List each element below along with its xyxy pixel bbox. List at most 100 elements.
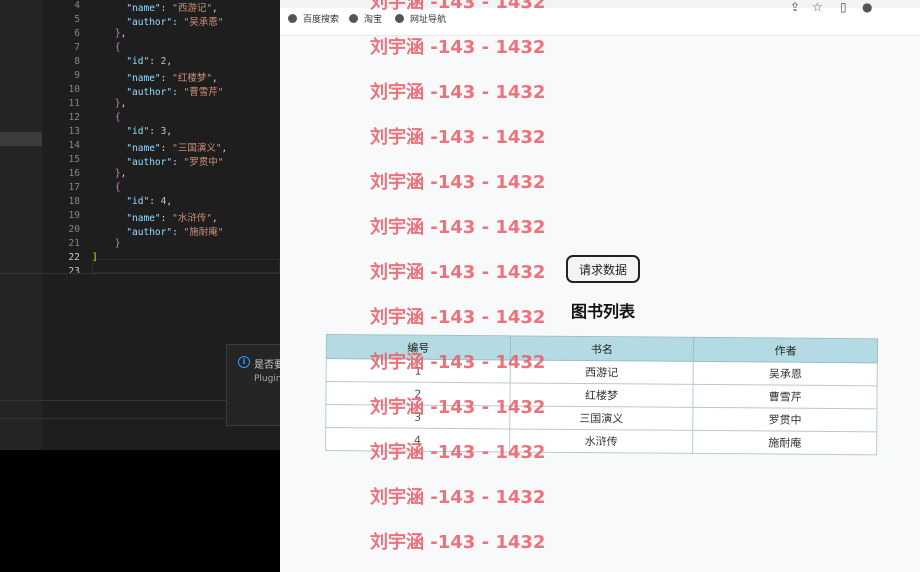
line-number: 7 (74, 42, 80, 53)
notification-toast[interactable]: i 是否要 Plugin (226, 344, 286, 426)
bookmark-nav[interactable]: 网址导航 (395, 13, 446, 27)
notification-source: Plugin (254, 374, 282, 384)
code-token: "三国演义" (172, 143, 222, 154)
code-token: "id" (92, 126, 150, 137)
bookmark-label: 淘宝 (364, 15, 383, 25)
cell-name: 红楼梦 (509, 382, 694, 408)
activity-bar (0, 0, 42, 450)
browser-window: ⇪ ☆ ▯ ● 百度搜索 淘宝 网址导航 请求数据 图书列表 编号 书名 作者 … (280, 0, 920, 572)
code-line: ] (92, 252, 280, 266)
code-line: "name": "红楼梦", (92, 70, 280, 84)
code-token: "id" (92, 56, 150, 67)
code-token: "水浒传" (172, 213, 213, 224)
table-row: 4 水浒传 施耐庵 (325, 427, 877, 455)
activity-bar-active-item[interactable] (0, 132, 42, 146)
bookmark-label: 网址导航 (410, 15, 447, 25)
line-number: 10 (68, 84, 80, 95)
code-token: : (160, 213, 173, 224)
share-icon[interactable]: ⇪ (790, 0, 800, 14)
bookmark-taobao[interactable]: 淘宝 (349, 13, 382, 27)
code-line: }, (92, 168, 280, 182)
globe-icon (395, 14, 404, 23)
code-token: : (160, 143, 173, 154)
code-line: "author": "吴承恩" (92, 14, 280, 28)
code-token: } (92, 238, 121, 249)
code-line: { (92, 182, 280, 196)
code-token: : (172, 87, 184, 98)
code-token: "西游记" (172, 3, 213, 14)
code-line: } (92, 238, 280, 252)
line-number: 20 (68, 224, 80, 235)
code-token: "name" (92, 73, 161, 84)
code-line: "id": 2, (92, 56, 280, 70)
cell-name: 水浒传 (509, 428, 694, 454)
line-number: 4 (74, 0, 80, 11)
cell-name: 三国演义 (509, 405, 694, 431)
star-icon[interactable]: ☆ (812, 0, 823, 14)
line-number: 8 (74, 56, 80, 67)
line-number: 18 (68, 196, 80, 207)
column-header-author: 作者 (693, 337, 878, 363)
cell-id: 1 (326, 358, 510, 383)
line-number: 16 (68, 168, 80, 179)
bookmarks-bar: ⇪ ☆ ▯ ● 百度搜索 淘宝 网址导航 (280, 0, 920, 36)
code-token: "name" (92, 213, 161, 224)
line-number: 11 (68, 98, 80, 109)
line-number: 13 (68, 126, 80, 137)
code-token: , (212, 3, 218, 14)
column-header-id: 编号 (326, 334, 511, 360)
code-token: "author" (92, 227, 173, 238)
code-token: : (149, 196, 161, 207)
globe-icon (288, 14, 297, 23)
code-token: , (120, 28, 127, 39)
address-bar-edge (280, 0, 920, 8)
bookmark-baidu[interactable]: 百度搜索 (288, 13, 339, 27)
line-number: 9 (74, 70, 80, 81)
code-token: "name" (92, 143, 161, 154)
globe-icon (349, 14, 358, 23)
code-token: , (166, 56, 173, 67)
code-lines[interactable]: "name": "西游记", "author": "吴承恩" }, { "id"… (92, 0, 280, 280)
code-token: : (160, 73, 173, 84)
code-token: { (92, 182, 121, 193)
code-token: } (92, 168, 121, 179)
code-line: "author": "施耐庵" (92, 224, 280, 238)
code-token: , (120, 168, 127, 179)
code-token: : (172, 227, 184, 238)
code-token: , (212, 73, 218, 84)
code-token: "罗贯中" (183, 157, 224, 168)
code-token: : (172, 17, 184, 28)
sidebar-icon[interactable]: ▯ (840, 0, 847, 14)
code-token: , (212, 213, 218, 224)
line-number: 22 (68, 252, 80, 263)
profile-icon[interactable]: ● (862, 0, 872, 14)
code-line: "name": "水浒传", (92, 210, 280, 224)
info-icon: i (238, 356, 250, 368)
panel-divider (0, 418, 230, 419)
code-token: "author" (92, 157, 173, 168)
code-line: "id": 4, (92, 196, 280, 210)
line-number: 5 (74, 14, 80, 25)
code-token: ] (92, 252, 98, 263)
code-line: "author": "罗贯中" (92, 154, 280, 168)
cell-name: 西游记 (509, 359, 694, 385)
code-token: , (166, 126, 173, 137)
page-title: 图书列表 (570, 302, 635, 321)
code-token: "author" (92, 87, 173, 98)
code-token: "红楼梦" (172, 73, 213, 84)
code-line: }, (92, 28, 280, 42)
fetch-data-button[interactable]: 请求数据 (566, 255, 640, 283)
code-token: } (92, 28, 121, 39)
code-token: : (172, 157, 184, 168)
cell-author: 罗贯中 (693, 407, 877, 432)
code-line: { (92, 112, 280, 126)
column-header-name: 书名 (509, 335, 694, 362)
line-number: 17 (68, 182, 80, 193)
code-line: "author": "曹雪芹" (92, 84, 280, 98)
code-token: "name" (92, 3, 161, 14)
cell-id: 3 (325, 404, 510, 429)
code-token: "author" (92, 17, 173, 28)
code-token: : (160, 3, 173, 14)
cell-author: 曹雪芹 (693, 384, 878, 409)
